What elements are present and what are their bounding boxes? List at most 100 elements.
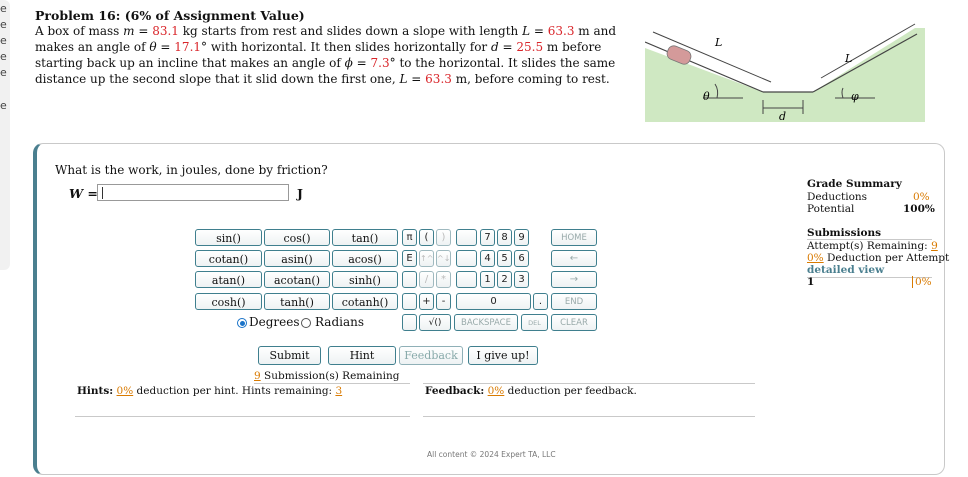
answer-variable-label: W = xyxy=(69,186,98,201)
answer-unit: J xyxy=(297,186,303,201)
key-blank-1[interactable] xyxy=(402,271,417,288)
potential-label: Potential xyxy=(807,203,855,215)
key-cotan[interactable]: cotan() xyxy=(195,250,262,267)
key-del[interactable]: DEL xyxy=(521,314,548,331)
feedback-button[interactable]: Feedback xyxy=(399,346,463,365)
theta-value: 17.1 xyxy=(174,40,202,54)
edge-mark: e xyxy=(0,2,7,15)
detailed-view-link[interactable]: detailed view xyxy=(807,264,884,276)
feedback-info: Feedback: 0% deduction per feedback. xyxy=(425,385,637,397)
divider xyxy=(75,416,410,417)
mass-value: 83.1 xyxy=(152,24,179,38)
key-exp[interactable]: E xyxy=(402,250,417,267)
give-up-button[interactable]: I give up! xyxy=(468,346,538,365)
feedback-pct[interactable]: 0% xyxy=(488,385,505,397)
problem-statement: A box of mass m = 83.1 kg starts from re… xyxy=(35,24,617,86)
key-right-arrow[interactable]: → xyxy=(551,271,597,288)
hints-label: Hints: xyxy=(77,385,114,397)
deduction-pct[interactable]: 0% xyxy=(807,252,824,264)
key-blank-5[interactable] xyxy=(456,250,477,267)
key-5[interactable]: 5 xyxy=(497,250,512,267)
edge-mark: e xyxy=(0,66,7,79)
key-8[interactable]: 8 xyxy=(497,229,512,246)
edge-mark: e xyxy=(0,34,7,47)
key-clear[interactable]: CLEAR xyxy=(551,314,597,331)
divider xyxy=(423,383,755,384)
key-close-paren[interactable]: ) xyxy=(436,229,451,246)
submissions-remaining: 9 Submission(s) Remaining xyxy=(254,370,399,382)
key-sqrt[interactable]: √() xyxy=(419,314,451,331)
attempts-remaining: Attempt(s) Remaining: 9 xyxy=(807,240,938,252)
key-7[interactable]: 7 xyxy=(480,229,495,246)
phi-value: 7.3 xyxy=(370,56,390,70)
key-tan[interactable]: tan() xyxy=(332,229,398,246)
key-backspace[interactable]: BACKSPACE xyxy=(454,314,518,331)
key-minus[interactable]: - xyxy=(436,293,451,310)
submissions-count[interactable]: 9 xyxy=(254,370,261,382)
submission-row-value: 0% xyxy=(912,276,932,288)
key-blank-4[interactable] xyxy=(456,229,477,246)
key-cotanh[interactable]: cotanh() xyxy=(332,293,398,310)
deductions-value: 0% xyxy=(913,191,930,203)
degrees-radio[interactable] xyxy=(237,318,247,328)
key-atan[interactable]: atan() xyxy=(195,271,262,288)
key-tanh[interactable]: tanh() xyxy=(264,293,330,310)
edge-mark: e xyxy=(0,50,7,63)
key-3[interactable]: 3 xyxy=(514,271,529,288)
attempts-value[interactable]: 9 xyxy=(931,240,938,252)
answer-input[interactable] xyxy=(97,184,289,201)
label-d: d xyxy=(779,110,786,122)
key-end[interactable]: END xyxy=(551,293,597,310)
submission-row-index: 1 xyxy=(807,276,815,288)
key-acos[interactable]: acos() xyxy=(332,250,398,267)
key-blank-6[interactable] xyxy=(456,271,477,288)
key-9[interactable]: 9 xyxy=(514,229,529,246)
key-decimal[interactable]: . xyxy=(533,293,548,310)
key-0[interactable]: 0 xyxy=(456,293,531,310)
hints-text: deduction per hint. Hints remaining: xyxy=(136,385,333,397)
radians-label: Radians xyxy=(315,315,365,329)
key-4[interactable]: 4 xyxy=(480,250,495,267)
divider xyxy=(423,416,755,417)
key-superscript[interactable]: ↑^ xyxy=(419,250,434,267)
hint-button[interactable]: Hint xyxy=(328,346,396,365)
edge-mark: e xyxy=(0,99,7,112)
submissions-text: Submission(s) Remaining xyxy=(264,370,400,382)
key-2[interactable]: 2 xyxy=(497,271,512,288)
key-divide[interactable]: / xyxy=(419,271,434,288)
problem-figure: L L θ d φ xyxy=(645,23,925,122)
key-1[interactable]: 1 xyxy=(480,271,495,288)
deduction-per-attempt: 0% Deduction per Attempt xyxy=(807,252,949,264)
submit-button[interactable]: Submit xyxy=(258,346,321,365)
key-asin[interactable]: asin() xyxy=(264,250,330,267)
label-phi: φ xyxy=(851,90,859,103)
key-open-paren[interactable]: ( xyxy=(419,229,434,246)
radians-radio[interactable] xyxy=(301,318,311,328)
key-cos[interactable]: cos() xyxy=(264,229,330,246)
hints-info: Hints: 0% deduction per hint. Hints rema… xyxy=(77,385,342,397)
key-sinh[interactable]: sinh() xyxy=(332,271,398,288)
key-multiply[interactable]: * xyxy=(436,271,451,288)
edge-mark: e xyxy=(0,18,7,31)
divider xyxy=(254,383,410,384)
key-pi[interactable]: π xyxy=(402,229,417,246)
key-home[interactable]: HOME xyxy=(551,229,597,246)
question-prompt: What is the work, in joules, done by fri… xyxy=(55,163,328,177)
key-cosh[interactable]: cosh() xyxy=(195,293,262,310)
key-acotan[interactable]: acotan() xyxy=(264,271,330,288)
key-6[interactable]: 6 xyxy=(514,250,529,267)
key-sin[interactable]: sin() xyxy=(195,229,262,246)
key-left-arrow[interactable]: ← xyxy=(551,250,597,267)
deduction-text: Deduction per Attempt xyxy=(827,252,950,264)
key-plus[interactable]: + xyxy=(419,293,434,310)
key-subscript[interactable]: ^↓ xyxy=(436,250,451,267)
hints-pct[interactable]: 0% xyxy=(117,385,134,397)
attempts-label: Attempt(s) Remaining: xyxy=(807,240,928,252)
hints-remaining[interactable]: 3 xyxy=(335,385,342,397)
distance-value: 25.5 xyxy=(516,40,544,54)
key-blank-3[interactable] xyxy=(402,314,417,331)
label-theta: θ xyxy=(703,90,710,103)
label-L1: L xyxy=(714,36,722,49)
key-blank-2[interactable] xyxy=(402,293,417,310)
label-L2: L xyxy=(844,52,852,65)
